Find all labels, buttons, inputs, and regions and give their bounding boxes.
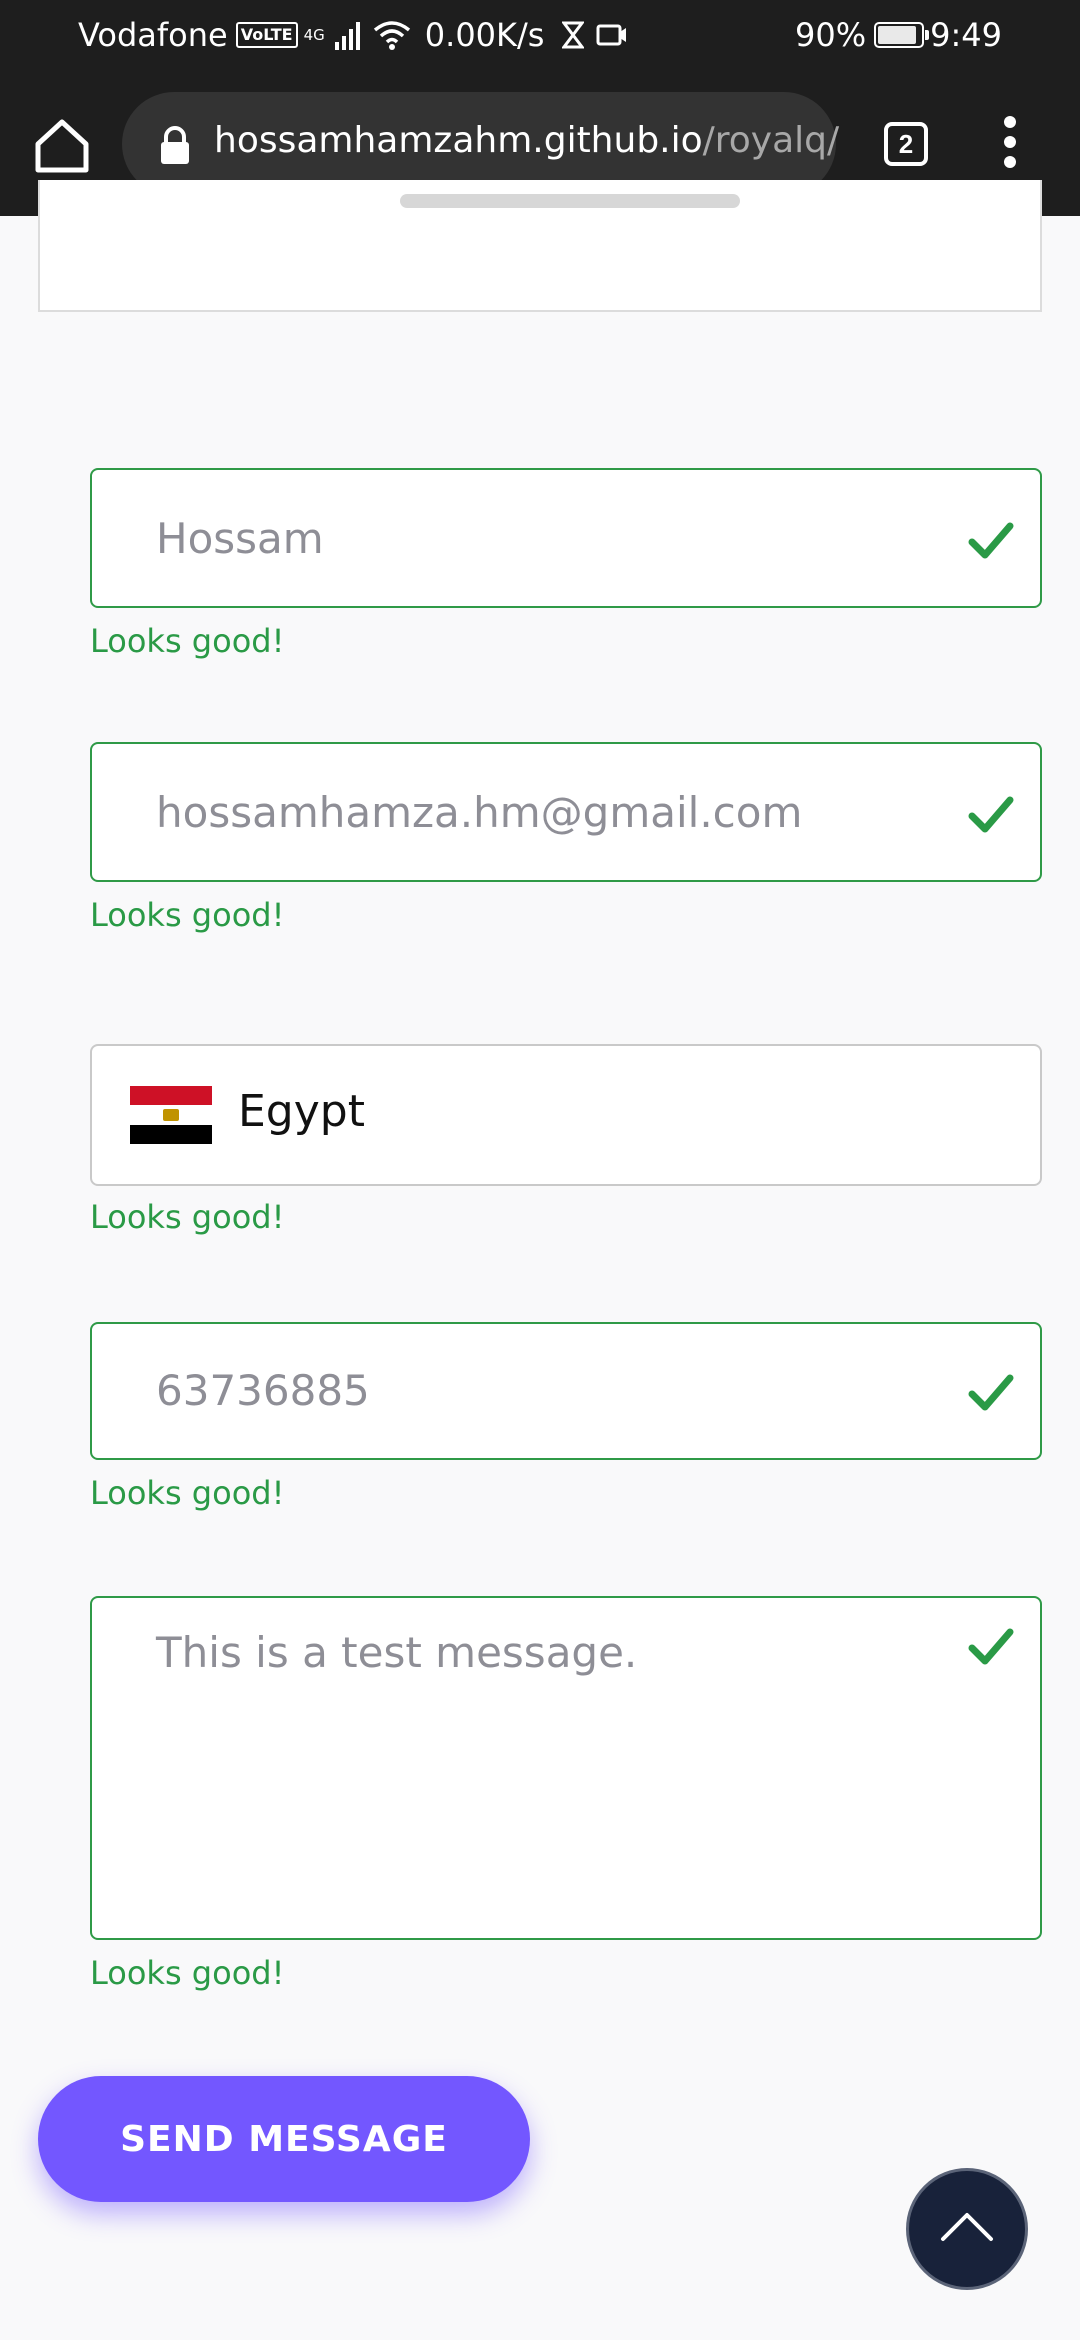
check-icon xyxy=(968,1628,1014,1665)
previous-card xyxy=(38,180,1042,312)
more-vert-icon[interactable] xyxy=(996,116,1024,176)
message-valid-feedback: Looks good! xyxy=(90,1954,285,1992)
message-textarea[interactable]: This is a test message. xyxy=(90,1596,1042,1940)
battery-icon xyxy=(874,22,930,48)
screen-record-icon xyxy=(596,24,627,46)
network-type: 4G xyxy=(303,26,325,44)
scroll-top-button[interactable] xyxy=(906,2168,1028,2290)
country-select[interactable]: Egypt xyxy=(90,1044,1042,1186)
url-path: /royalq/ xyxy=(702,120,840,161)
wifi-icon xyxy=(373,21,410,50)
check-icon xyxy=(968,1374,1014,1411)
clock: 9:49 xyxy=(930,16,1002,54)
message-value: This is a test message. xyxy=(156,1628,638,1677)
phone-value: 63736885 xyxy=(156,1366,370,1415)
carrier-label: Vodafone xyxy=(78,16,228,54)
signal-icon xyxy=(334,22,360,50)
name-input[interactable]: Hossam xyxy=(90,468,1042,608)
email-input[interactable]: hossamhamza.hm@gmail.com xyxy=(90,742,1042,882)
lock-icon xyxy=(161,126,189,164)
country-valid-feedback: Looks good! xyxy=(90,1198,285,1236)
tabs-button[interactable]: 2 xyxy=(884,122,928,166)
name-valid-feedback: Looks good! xyxy=(90,622,285,660)
email-valid-feedback: Looks good! xyxy=(90,896,285,934)
check-icon xyxy=(968,796,1014,833)
egypt-flag-icon xyxy=(130,1086,212,1144)
battery-percent: 90% xyxy=(795,16,867,54)
email-value: hossamhamza.hm@gmail.com xyxy=(156,788,803,837)
network-speed: 0.00K/s xyxy=(424,16,545,54)
check-icon xyxy=(968,522,1014,559)
cut-off-text xyxy=(400,194,740,208)
status-bar: Vodafone VoLTE 4G 0.00K/s 90% 9:49 xyxy=(0,0,1080,72)
phone-input[interactable]: 63736885 xyxy=(90,1322,1042,1460)
hourglass-icon xyxy=(562,21,585,49)
send-message-button[interactable]: SEND MESSAGE xyxy=(38,2076,530,2202)
volte-badge: VoLTE xyxy=(235,22,298,48)
chevron-up-icon xyxy=(941,2213,993,2241)
phone-valid-feedback: Looks good! xyxy=(90,1474,285,1512)
country-value: Egypt xyxy=(238,1086,365,1137)
url-domain: hossamhamzahm.github.io xyxy=(214,120,703,161)
name-value: Hossam xyxy=(156,514,324,563)
url-text[interactable]: hossamhamzahm.github.io/royalq/ xyxy=(214,120,839,161)
home-icon[interactable] xyxy=(30,114,94,178)
